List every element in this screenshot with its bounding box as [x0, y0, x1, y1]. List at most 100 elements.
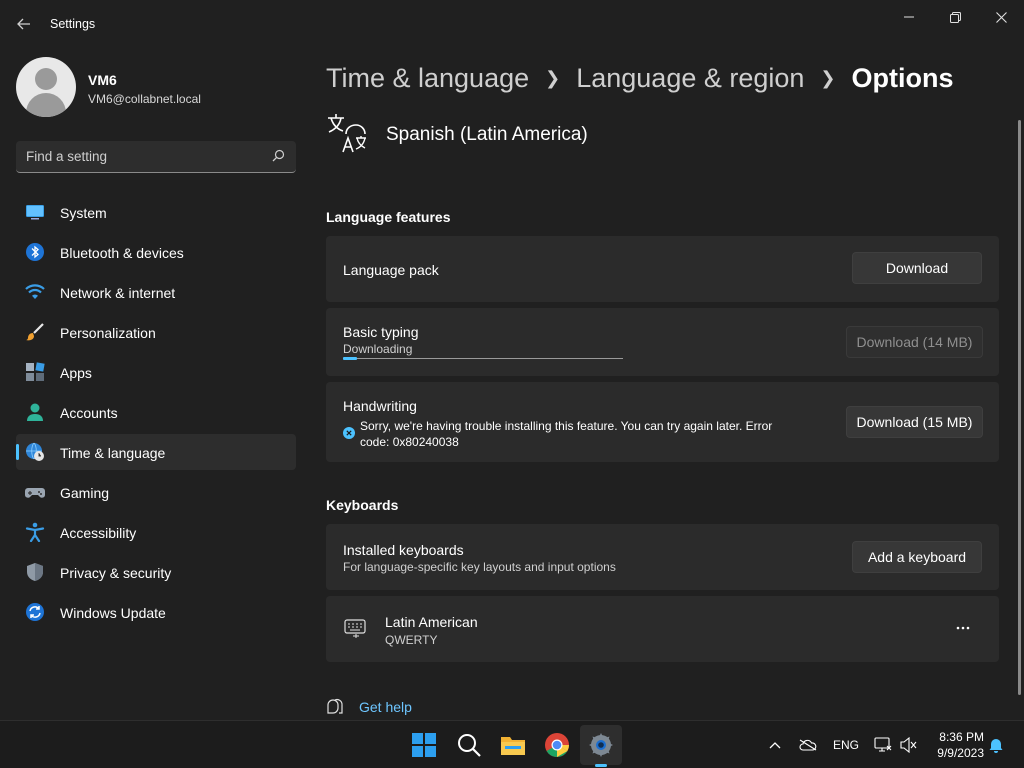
search-box[interactable]	[16, 141, 296, 173]
download-progress-fill	[343, 357, 357, 360]
language-pack-download-button[interactable]: Download	[852, 252, 982, 284]
handwriting-card: Handwriting Sorry, we're having trouble …	[326, 382, 999, 462]
keyboard-layout: QWERTY	[385, 633, 438, 647]
sidebar-item-apps[interactable]: Apps	[16, 354, 296, 390]
sidebar-item-personalization[interactable]: Personalization	[16, 314, 296, 350]
installed-keyboards-card: Installed keyboards For language-specifi…	[326, 524, 999, 590]
wifi-icon	[25, 284, 45, 299]
chevron-right-icon: ❯	[820, 67, 836, 88]
more-icon	[956, 626, 970, 630]
accessibility-icon	[25, 522, 45, 542]
installed-keyboards-subtitle: For language-specific key layouts and in…	[343, 560, 616, 574]
download-progress-bar	[343, 357, 623, 360]
accounts-icon	[27, 403, 43, 421]
restore-icon	[949, 11, 961, 23]
sidebar-item-accounts[interactable]: Accounts	[16, 394, 296, 430]
sidebar-item-label: Network & internet	[60, 285, 176, 301]
title-bar: Settings	[0, 0, 1024, 48]
network-status[interactable]	[873, 735, 893, 755]
minimize-icon	[904, 16, 914, 18]
start-icon[interactable]	[410, 731, 438, 759]
sidebar-item-label: Time & language	[60, 445, 166, 461]
language-title: Spanish (Latin America)	[386, 124, 588, 145]
onedrive-status[interactable]	[798, 735, 818, 755]
sidebar-item-network[interactable]: Network & internet	[16, 274, 296, 310]
handwriting-download-button[interactable]: Download (15 MB)	[846, 406, 983, 438]
volume-muted-icon	[900, 737, 917, 753]
keyboard-icon	[344, 619, 366, 638]
search-icon[interactable]	[455, 731, 483, 759]
system-icon	[26, 205, 44, 220]
sidebar-item-label: Bluetooth & devices	[60, 245, 184, 261]
section-heading-keyboards: Keyboards	[326, 497, 399, 513]
sidebar-nav: System Bluetooth & devices Network & int…	[16, 194, 296, 634]
clock[interactable]: 8:36 PM 9/9/2023	[928, 729, 984, 761]
minimize-button[interactable]	[886, 4, 932, 30]
search-input[interactable]	[16, 141, 266, 172]
basic-typing-title: Basic typing	[343, 324, 419, 340]
sidebar-item-accessibility[interactable]: Accessibility	[16, 514, 296, 550]
page-title: Options	[851, 62, 954, 93]
handwriting-title: Handwriting	[343, 398, 417, 414]
settings-icon[interactable]	[587, 731, 615, 759]
sidebar-item-system[interactable]: System	[16, 194, 296, 230]
apps-icon	[26, 362, 45, 381]
clock-time: 8:36 PM	[939, 730, 984, 744]
help-icon	[327, 698, 343, 714]
cloud-off-icon	[799, 739, 817, 751]
breadcrumb: Time & language ❯ Language & region ❯ Op…	[326, 58, 954, 98]
sidebar-item-label: Windows Update	[60, 605, 166, 621]
arrow-left-icon	[17, 18, 30, 30]
sidebar-item-bluetooth[interactable]: Bluetooth & devices	[16, 234, 296, 270]
app-title: Settings	[50, 17, 96, 31]
notifications-button[interactable]	[986, 735, 1006, 755]
breadcrumb-item-time-language[interactable]: Time & language	[326, 63, 529, 94]
installed-keyboards-title: Installed keyboards	[343, 542, 464, 558]
user-email: VM6@collabnet.local	[88, 92, 201, 106]
close-icon	[995, 11, 1007, 23]
bluetooth-icon	[26, 243, 44, 261]
sidebar-item-label: Privacy & security	[60, 565, 172, 581]
sidebar-item-label: Apps	[60, 365, 92, 381]
section-heading-language-features: Language features	[326, 209, 451, 225]
close-button[interactable]	[978, 4, 1024, 30]
language-pack-card: Language pack Download	[326, 236, 999, 302]
language-pack-title: Language pack	[343, 262, 439, 278]
sidebar-item-label: Gaming	[60, 485, 110, 501]
show-hidden-icons-button[interactable]	[765, 735, 785, 755]
network-icon	[874, 737, 892, 752]
sidebar-item-windows-update[interactable]: Windows Update	[16, 594, 296, 630]
gamepad-icon	[25, 488, 45, 498]
sidebar-item-label: Accessibility	[60, 525, 137, 541]
input-language-indicator[interactable]: ENG	[833, 738, 859, 752]
more-options-button[interactable]	[951, 618, 975, 638]
back-button[interactable]	[10, 10, 38, 38]
file-explorer-icon[interactable]	[499, 731, 527, 759]
volume-status[interactable]	[899, 735, 919, 755]
handwriting-error-message: Sorry, we're having trouble installing t…	[360, 419, 773, 449]
avatar	[16, 57, 76, 117]
sidebar-item-label: Personalization	[60, 325, 156, 341]
chrome-icon[interactable]	[543, 731, 571, 759]
chevron-up-icon	[769, 742, 781, 749]
add-keyboard-button[interactable]: Add a keyboard	[852, 541, 982, 573]
shield-icon	[27, 563, 43, 581]
active-app-indicator	[595, 764, 607, 767]
user-name: VM6	[88, 72, 117, 88]
sidebar-item-label: System	[60, 205, 107, 221]
sidebar-item-label: Accounts	[60, 405, 118, 421]
notification-bell-icon	[989, 739, 1003, 753]
sidebar-item-gaming[interactable]: Gaming	[16, 474, 296, 510]
scrollbar[interactable]	[1018, 120, 1021, 695]
chevron-right-icon: ❯	[545, 67, 561, 88]
sidebar-item-privacy[interactable]: Privacy & security	[16, 554, 296, 590]
keyboard-item-latin-american: Latin American QWERTY	[326, 596, 999, 662]
clock-date: 9/9/2023	[937, 746, 984, 760]
update-icon	[26, 603, 44, 621]
brush-icon	[26, 323, 44, 341]
get-help-label: Get help	[359, 699, 412, 715]
sidebar-item-time-language[interactable]: Time & language	[16, 434, 296, 470]
maximize-button[interactable]	[932, 4, 978, 30]
basic-typing-download-button[interactable]: Download (14 MB)	[846, 326, 983, 358]
breadcrumb-item-language-region[interactable]: Language & region	[576, 63, 804, 94]
